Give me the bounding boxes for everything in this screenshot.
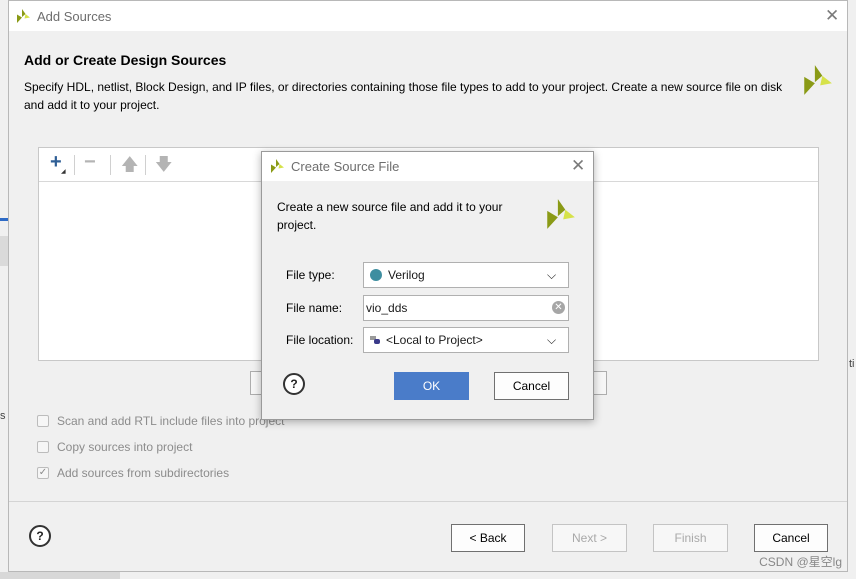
ok-button[interactable]: OK — [394, 372, 469, 400]
local-project-icon — [370, 336, 380, 344]
dialog-help-button[interactable]: ? — [283, 373, 305, 395]
add-directories-button-partial[interactable] — [593, 371, 607, 395]
window-title: Add Sources — [37, 9, 112, 24]
dialog-description: Create a new source file and add it to y… — [277, 200, 503, 232]
background-bottom-strip — [0, 572, 120, 579]
help-button[interactable]: ? — [29, 525, 51, 547]
title-bar: Add Sources ✕ — [9, 1, 847, 31]
dialog-close-icon[interactable]: ✕ — [571, 157, 585, 174]
file-location-value: <Local to Project> — [386, 333, 483, 347]
copy-sources-label: Copy sources into project — [57, 440, 193, 454]
move-up-arrow-icon[interactable]: 🡅 — [121, 156, 138, 173]
footer-divider — [9, 501, 847, 502]
page-description: Specify HDL, netlist, Block Design, and … — [24, 80, 783, 112]
file-name-value: vio_dds — [366, 301, 408, 315]
background-edge-block — [0, 236, 8, 266]
create-source-file-dialog: Create Source File ✕ Create a new source… — [261, 151, 594, 420]
file-name-label: File name: — [286, 301, 343, 315]
toolbar-separator — [74, 155, 75, 175]
vivado-logo-icon-large — [547, 199, 575, 229]
add-subdirs-checkbox[interactable]: ✓ — [37, 467, 49, 479]
vivado-logo-icon — [271, 159, 284, 173]
dialog-title: Create Source File — [291, 159, 400, 174]
scan-rtl-label: Scan and add RTL include files into proj… — [57, 414, 285, 428]
add-dropdown-arrow-icon[interactable]: ◢ — [61, 168, 66, 175]
clear-field-icon[interactable]: ✕ — [552, 301, 565, 314]
move-down-arrow-icon[interactable]: 🡇 — [155, 156, 172, 173]
chevron-down-icon: ⌵ — [547, 333, 557, 347]
background-edge-fragment-right: ti — [849, 358, 855, 370]
background-edge-fragment-left: s — [0, 410, 6, 422]
file-type-label: File type: — [286, 268, 335, 282]
csdn-watermark: CSDN @星空lg — [759, 555, 842, 569]
verilog-dot-icon — [370, 269, 382, 281]
dialog-cancel-button[interactable]: Cancel — [494, 372, 569, 400]
copy-sources-checkbox[interactable] — [37, 441, 49, 453]
chevron-down-icon: ⌵ — [547, 268, 557, 282]
finish-button[interactable]: Finish — [653, 524, 728, 552]
vivado-logo-icon-large — [804, 65, 832, 95]
window-close-icon[interactable]: ✕ — [825, 7, 839, 24]
back-button[interactable]: < Back — [451, 524, 525, 552]
scan-rtl-checkbox[interactable] — [37, 415, 49, 427]
next-button[interactable]: Next > — [552, 524, 627, 552]
vivado-logo-icon — [17, 9, 30, 23]
dialog-title-bar: Create Source File ✕ — [262, 152, 593, 181]
file-location-select[interactable]: <Local to Project> ⌵ — [363, 327, 569, 353]
toolbar-separator — [110, 155, 111, 175]
add-files-plus-icon[interactable]: + — [50, 152, 62, 172]
file-location-label: File location: — [286, 333, 354, 347]
file-name-input[interactable]: vio_dds ✕ — [363, 295, 569, 321]
file-type-value: Verilog — [388, 268, 425, 282]
remove-minus-icon[interactable]: − — [84, 152, 96, 172]
background-edge-highlight — [0, 218, 8, 221]
toolbar-separator — [145, 155, 146, 175]
cancel-button[interactable]: Cancel — [754, 524, 828, 552]
file-type-select[interactable]: Verilog ⌵ — [363, 262, 569, 288]
add-subdirs-label: Add sources from subdirectories — [57, 466, 230, 480]
page-heading: Add or Create Design Sources — [24, 52, 227, 68]
